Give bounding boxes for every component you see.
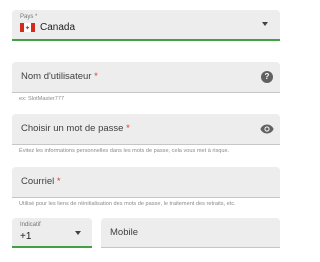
username-field[interactable]: Nom d'utilisateur * ? (12, 62, 280, 93)
email-field[interactable]: Courriel * (12, 167, 280, 198)
password-field[interactable]: Choisir un mot de passe * (12, 114, 280, 145)
chevron-down-icon[interactable] (75, 231, 81, 235)
country-code-label: Indicatif (20, 222, 41, 228)
mobile-placeholder: Mobile (110, 227, 138, 238)
password-helper: Évitez les informations personnelles dan… (19, 148, 230, 154)
country-code-value: +1 (20, 231, 32, 242)
canada-flag-icon: ✦ (20, 23, 35, 32)
email-helper: Utilisé pour les liens de réinitialisati… (19, 201, 236, 207)
country-label: Pays * (20, 14, 38, 20)
country-select[interactable]: Pays * ✦ Canada (12, 10, 280, 41)
country-code-select[interactable]: Indicatif +1 (12, 218, 92, 248)
eye-icon[interactable] (260, 124, 274, 134)
chevron-down-icon[interactable] (262, 22, 268, 26)
username-helper: ex: SlotMaster777 (19, 96, 65, 102)
mobile-input[interactable]: Mobile (101, 218, 280, 248)
email-placeholder: Courriel * (21, 176, 61, 187)
country-value: Canada (40, 22, 76, 33)
help-icon[interactable]: ? (261, 71, 273, 83)
password-placeholder: Choisir un mot de passe * (21, 123, 130, 134)
username-placeholder: Nom d'utilisateur * (21, 71, 98, 82)
